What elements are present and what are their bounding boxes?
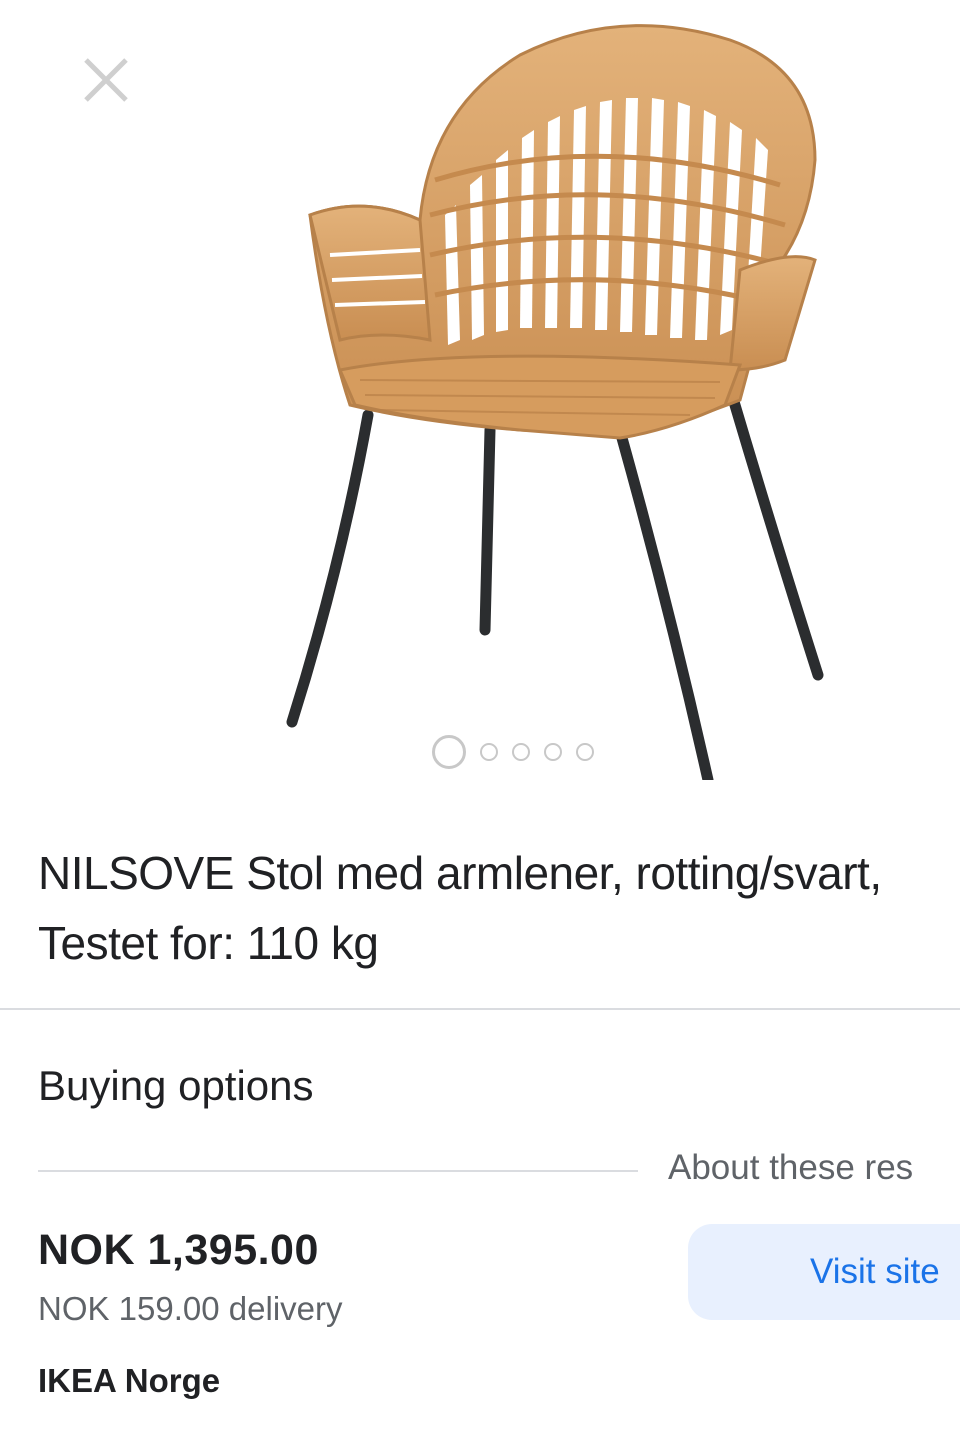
- carousel-dot[interactable]: [512, 743, 530, 761]
- carousel-dot[interactable]: [576, 743, 594, 761]
- about-these-results-link[interactable]: About these res: [668, 1148, 913, 1188]
- carousel-dot[interactable]: [544, 743, 562, 761]
- close-button[interactable]: [72, 46, 140, 114]
- buying-options-heading: Buying options: [38, 1062, 314, 1109]
- section-divider: [38, 1170, 638, 1172]
- product-image: [286, 24, 824, 780]
- carousel-indicator[interactable]: [432, 732, 594, 772]
- visit-site-button[interactable]: Visit site: [688, 1224, 960, 1320]
- seller-name: IKEA Norge: [38, 1362, 221, 1399]
- offer-price: NOK 1,395.00: [38, 1226, 319, 1274]
- divider: [0, 1008, 960, 1010]
- product-image-viewer[interactable]: [0, 0, 960, 800]
- carousel-dot[interactable]: [480, 743, 498, 761]
- delivery-cost: NOK 159.00 delivery: [38, 1290, 343, 1327]
- close-icon: [84, 58, 128, 102]
- carousel-dot[interactable]: [432, 735, 466, 769]
- product-title: NILSOVE Stol med armlener, rotting/svart…: [38, 847, 882, 969]
